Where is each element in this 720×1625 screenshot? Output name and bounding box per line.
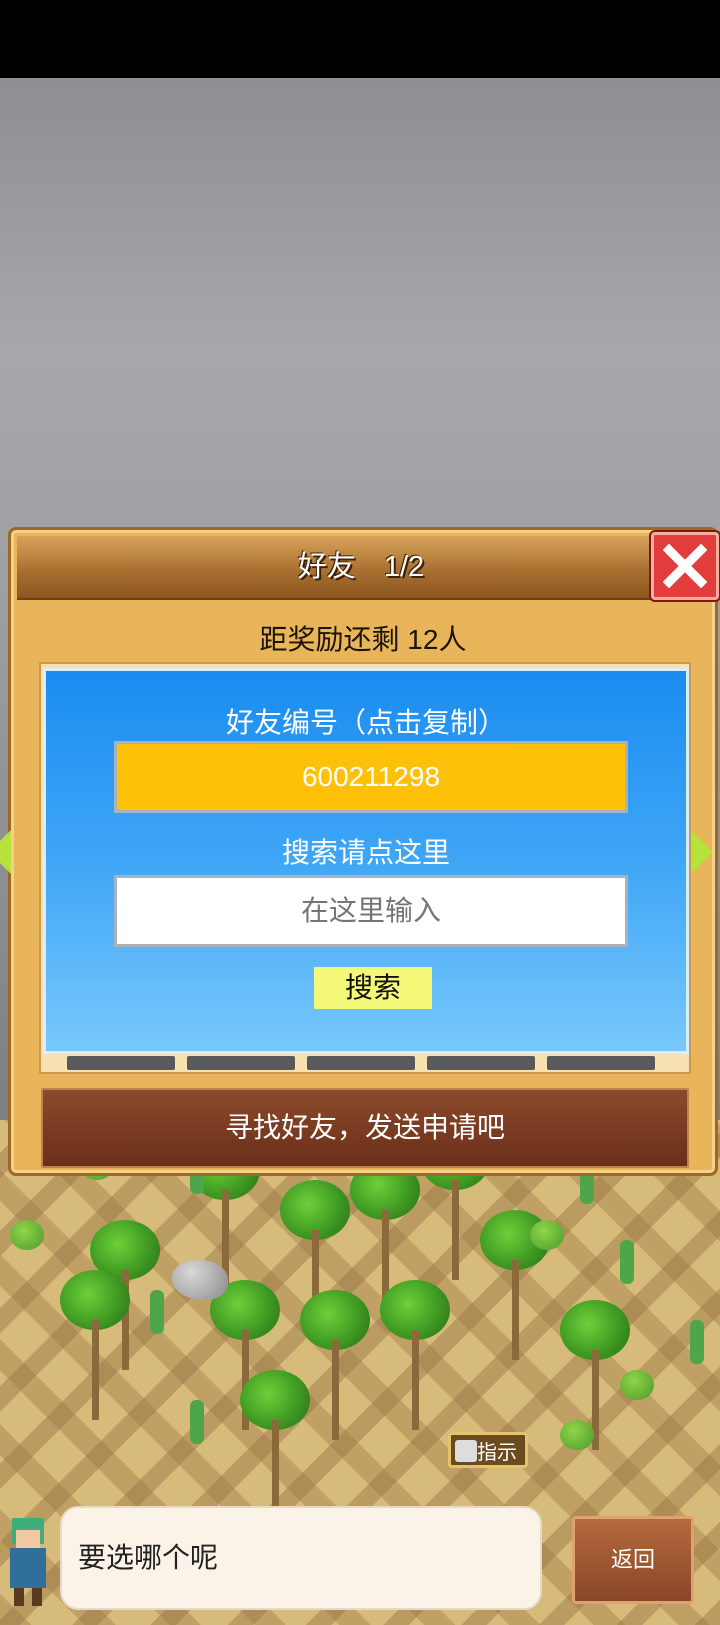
find-friends-banner[interactable]: 寻找好友，发送申请吧 <box>41 1088 689 1168</box>
cactus <box>620 1240 634 1284</box>
friend-slot[interactable] <box>187 1056 295 1070</box>
palm-tree <box>60 1270 130 1420</box>
friend-id-value[interactable]: 600211298 <box>114 741 628 813</box>
friends-dialog: 好友 1/2 距奖励还剩 12人 好友编号（点击复制） 600211298 搜索… <box>0 527 719 1176</box>
cactus <box>690 1320 704 1364</box>
search-input[interactable] <box>114 875 628 947</box>
dialog-title: 好友 1/2 <box>17 536 705 598</box>
bush <box>530 1220 564 1250</box>
close-button[interactable] <box>651 532 719 600</box>
palm-tree <box>300 1290 370 1440</box>
back-button[interactable]: 返回 <box>572 1516 694 1604</box>
search-button[interactable]: 搜索 <box>314 967 432 1009</box>
bush <box>620 1370 654 1400</box>
friend-id-panel: 好友编号（点击复制） 600211298 搜索请点这里 搜索 <box>43 668 689 1054</box>
friend-slot[interactable] <box>307 1056 415 1070</box>
friend-slot-bars <box>67 1056 667 1070</box>
cactus <box>190 1400 204 1444</box>
guide-button[interactable]: 指示 <box>448 1432 528 1468</box>
dialog-header: 好友 1/2 <box>17 532 719 600</box>
close-icon <box>663 544 707 588</box>
arrow-left-icon[interactable] <box>0 830 11 874</box>
speech-text: 要选哪个呢 <box>78 1542 219 1573</box>
friend-id-label: 好友编号（点击复制） <box>225 707 506 738</box>
friend-slot[interactable] <box>547 1056 655 1070</box>
guide-label: 指示 <box>477 1442 517 1464</box>
palm-tree <box>240 1370 310 1520</box>
friend-slot[interactable] <box>67 1056 175 1070</box>
cactus <box>150 1290 164 1334</box>
speech-bubble: 要选哪个呢 <box>60 1506 542 1610</box>
rock <box>172 1260 228 1300</box>
friend-slot[interactable] <box>427 1056 535 1070</box>
dialog-title-text: 好友 <box>297 551 356 583</box>
page-indicator: 1/2 <box>383 551 425 583</box>
bush <box>560 1420 594 1450</box>
guide-book-icon <box>455 1440 477 1462</box>
search-label: 搜索请点这里 <box>281 837 450 868</box>
bush <box>10 1220 44 1250</box>
palm-tree <box>380 1280 450 1430</box>
reward-progress-text: 距奖励还剩 12人 <box>259 624 467 655</box>
arrow-right-icon[interactable] <box>691 830 713 874</box>
advisor-avatar <box>2 1510 54 1610</box>
status-bar <box>0 0 720 78</box>
